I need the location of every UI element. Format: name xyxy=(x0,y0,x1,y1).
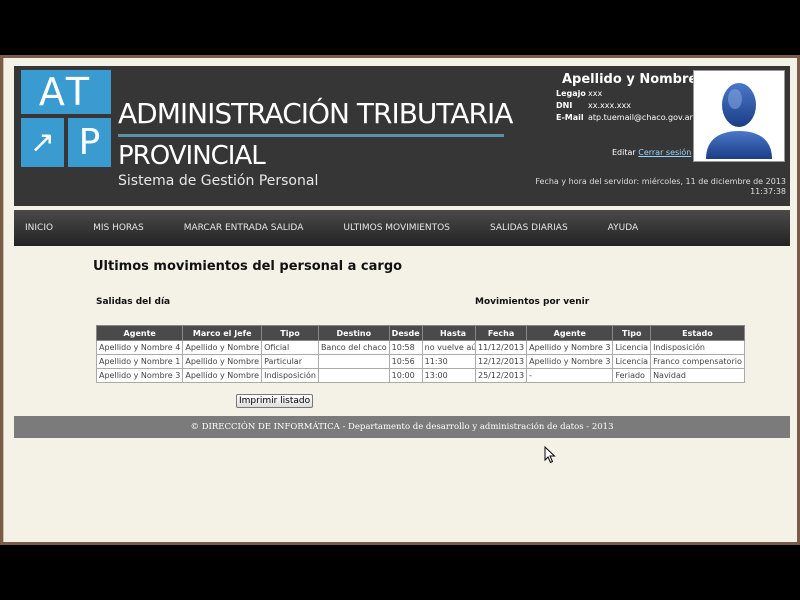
cell: 25/12/2013 xyxy=(474,368,528,383)
col-destino: Destino xyxy=(317,325,390,341)
brand-divider xyxy=(118,134,504,137)
cell: Oficial xyxy=(261,340,319,355)
cell: Apellido y Nombre 3 xyxy=(526,340,614,355)
cell: Apellido y Nombre 3 xyxy=(526,354,614,369)
table-row: Apellido y Nombre 4 Apellido y Nombre Ofic… xyxy=(95,340,485,355)
page-title: Ultimos movimientos del personal a cargo xyxy=(93,259,403,274)
cell: Apellido y Nombre 4 xyxy=(95,340,184,355)
table-row: 25/12/2013- Feriado Navidad xyxy=(474,368,745,383)
user-name: Apellido y Nombre xyxy=(562,72,698,87)
cell: 10:58 xyxy=(388,340,423,355)
header: AT ↗ P ADMINISTRACIÓN TRIBUTARIA PROVINC… xyxy=(14,66,790,206)
page: AT ↗ P ADMINISTRACIÓN TRIBUTARIA PROVINC… xyxy=(3,58,797,542)
cell: Licencia xyxy=(612,340,652,355)
dni-label: DNI xyxy=(556,101,573,110)
cell: Apellido y Nombre xyxy=(182,340,263,355)
cell: Apellido y Nombre xyxy=(182,368,263,383)
server-date: Fecha y hora del servidor: miércoles, 11… xyxy=(535,177,786,186)
col-desde: Desde xyxy=(388,325,423,341)
brand-tagline: Sistema de Gestión Personal xyxy=(118,173,319,189)
nav-mis-horas[interactable]: MIS HORAS xyxy=(93,223,144,233)
print-button[interactable]: Imprimir listado xyxy=(236,394,314,408)
user-legajo: Legajo xxx xyxy=(556,89,602,98)
col-fecha: Fecha xyxy=(474,325,528,341)
cell: Indisposición xyxy=(261,368,319,383)
movimientos-header-row: Fecha Agente Tipo Estado xyxy=(474,325,745,341)
cell: Indisposición xyxy=(650,340,745,355)
legajo-value: xxx xyxy=(588,89,603,98)
nav-ultimos-movimientos[interactable]: ULTIMOS MOVIMIENTOS xyxy=(343,223,450,233)
email-value: atp.tuemail@chaco.gov.ar xyxy=(588,113,693,122)
salidas-table: Agente Marco el Jefe Tipo Destino Desde … xyxy=(95,325,485,383)
nav-marcar-entrada-salida[interactable]: MARCAR ENTRADA SALIDA xyxy=(184,223,304,233)
cell: 10:00 xyxy=(388,368,423,383)
legajo-label: Legajo xyxy=(556,89,586,98)
logout-link[interactable]: Cerrar sesión xyxy=(638,148,691,157)
cell xyxy=(317,354,390,369)
salidas-title: Salidas del día xyxy=(96,297,171,307)
mouse-cursor-icon xyxy=(544,446,556,464)
brand-title: ADMINISTRACIÓN TRIBUTARIA xyxy=(118,97,513,130)
brand-subtitle: PROVINCIAL xyxy=(118,141,266,171)
movimientos-table: Fecha Agente Tipo Estado 11/12/2013 Apell… xyxy=(474,325,745,383)
nav-salidas-diarias[interactable]: SALIDAS DIARIAS xyxy=(490,223,568,233)
movimientos-title: Movimientos por venir xyxy=(475,297,590,307)
table-row: Apellido y Nombre 1 Apellido y Nombre Part… xyxy=(95,354,485,369)
cell: Apellido y Nombre 1 xyxy=(95,354,184,369)
main-nav: INICIO MIS HORAS MARCAR ENTRADA SALIDA U… xyxy=(14,210,790,246)
col-estado: Estado xyxy=(650,325,745,341)
cell: Franco compensatorio xyxy=(650,354,745,369)
logo-arrow-icon: ↗ xyxy=(21,118,64,167)
cell xyxy=(317,368,390,383)
cell: Particular xyxy=(261,354,319,369)
cell: - xyxy=(526,368,614,383)
cell: Apellido y Nombre xyxy=(182,354,263,369)
dni-value: xx.xxx.xxx xyxy=(588,101,631,110)
user-email: E-Mail atp.tuemail@chaco.gov.ar xyxy=(556,113,693,122)
user-links: Editar Cerrar sesión xyxy=(612,148,691,157)
col-tipo: Tipo xyxy=(261,325,319,341)
user-silhouette-icon xyxy=(706,83,772,159)
server-time: Fecha y hora del servidor: miércoles, 11… xyxy=(526,177,786,197)
email-label: E-Mail xyxy=(556,113,584,122)
footer: © DIRECCIÓN DE INFORMÁTICA - Departament… xyxy=(14,416,790,438)
avatar xyxy=(693,70,785,162)
cell: Banco del chaco xyxy=(317,340,390,355)
logo-p-block: P xyxy=(68,118,111,167)
nav-inicio[interactable]: INICIO xyxy=(25,223,53,233)
table-row: 11/12/2013 Apellido y Nombre 3 Licencia Ind… xyxy=(474,340,745,355)
cell: 10:56 xyxy=(388,354,423,369)
table-row: Apellido y Nombre 3 Apellido y Nombre Indi… xyxy=(95,368,485,383)
col-agente: Agente xyxy=(526,325,614,341)
nav-ayuda[interactable]: AYUDA xyxy=(608,223,638,233)
cell: 11/12/2013 xyxy=(474,340,528,355)
logo-at-block: AT xyxy=(21,70,111,114)
edit-label[interactable]: Editar xyxy=(612,148,636,157)
server-clock: 11:37:38 xyxy=(750,187,786,196)
browser-window: AT ↗ P ADMINISTRACIÓN TRIBUTARIA PROVINC… xyxy=(0,55,800,545)
user-dni: DNI xx.xxx.xxx xyxy=(556,101,631,110)
col-tipo: Tipo xyxy=(612,325,652,341)
cell: 12/12/2013 xyxy=(474,354,528,369)
col-agente: Agente xyxy=(95,325,184,341)
cell: Feriado xyxy=(612,368,652,383)
salidas-header-row: Agente Marco el Jefe Tipo Destino Desde … xyxy=(95,325,485,341)
cell: Navidad xyxy=(650,368,745,383)
table-row: 12/12/2013 Apellido y Nombre 3 Licencia Fra… xyxy=(474,354,745,369)
cell: Licencia xyxy=(612,354,652,369)
col-marco-jefe: Marco el Jefe xyxy=(182,325,263,341)
cell: Apellido y Nombre 3 xyxy=(95,368,184,383)
